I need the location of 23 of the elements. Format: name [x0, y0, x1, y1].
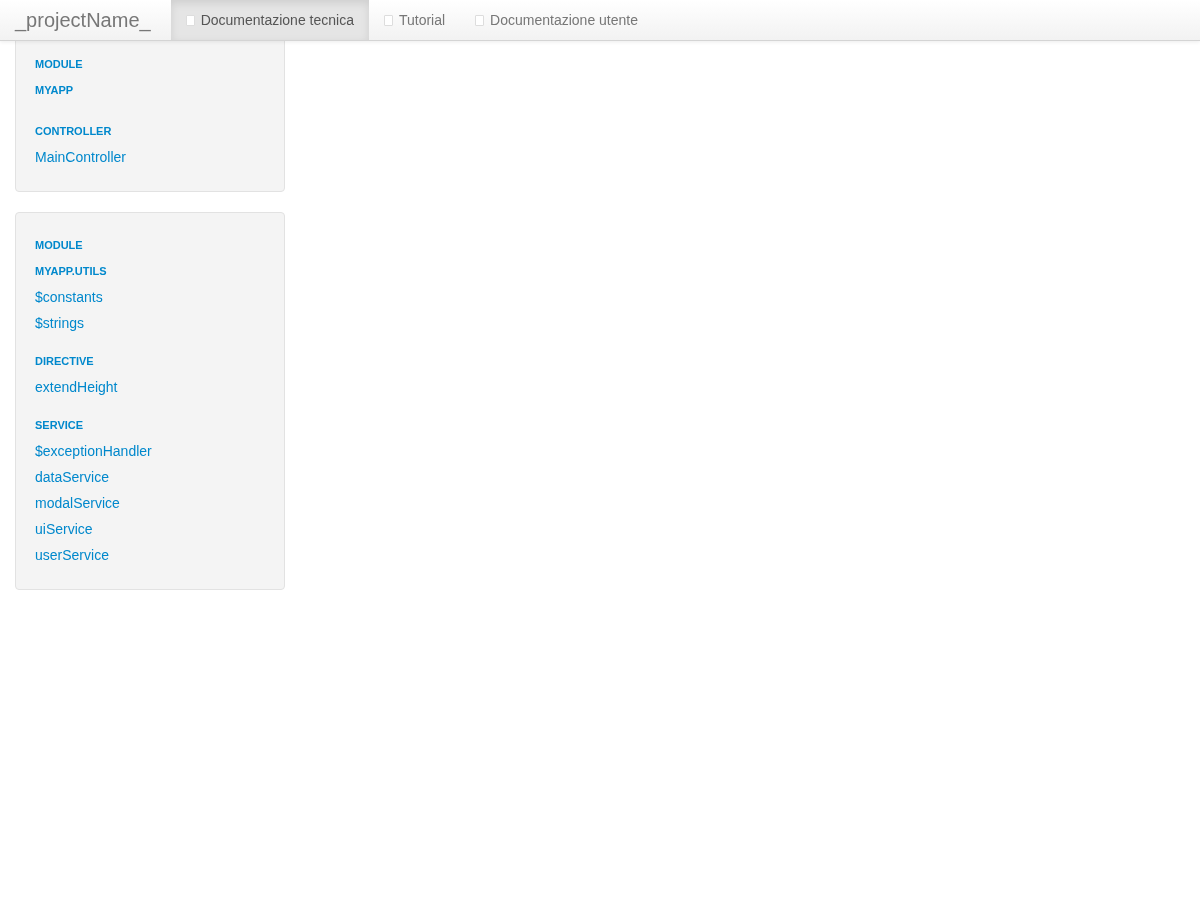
nav-tab[interactable]: Tutorial	[368, 0, 461, 40]
module-label: MODULE	[35, 57, 83, 72]
nav-tab[interactable]: Documentazione tecnica	[170, 0, 369, 40]
doc-link[interactable]: $strings	[35, 310, 85, 336]
doc-link[interactable]: $exceptionHandler	[35, 438, 152, 464]
section-heading: CONTROLLER	[35, 124, 112, 139]
document-icon	[185, 14, 195, 26]
document-icon	[475, 14, 485, 26]
doc-link[interactable]: userService	[35, 542, 109, 568]
module-name[interactable]: MYAPP	[35, 77, 74, 103]
module-label: MODULE	[35, 238, 83, 253]
module-name[interactable]: MYAPP.UTILS	[35, 258, 107, 284]
doc-link[interactable]: $constants	[35, 284, 103, 310]
document-icon	[383, 14, 393, 26]
brand-title[interactable]: _projectName_	[0, 0, 171, 40]
nav-tab[interactable]: Documentazione utente	[460, 0, 653, 40]
section-heading: DIRECTIVE	[35, 354, 94, 369]
doc-link[interactable]: MainController	[35, 144, 127, 170]
doc-link[interactable]: dataService	[35, 464, 109, 490]
doc-link[interactable]: extendHeight	[35, 374, 118, 400]
section-heading: SERVICE	[35, 418, 84, 433]
doc-link[interactable]: uiService	[35, 516, 93, 542]
doc-link[interactable]: modalService	[35, 490, 120, 516]
